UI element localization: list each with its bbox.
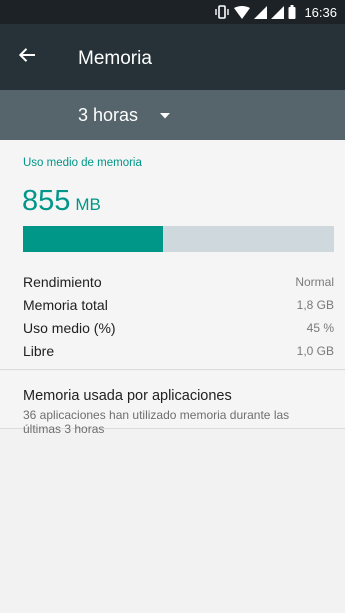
stat-row: Memoria total 1,8 GB <box>23 293 334 316</box>
period-selector-bar: 3 horas <box>0 90 345 140</box>
signal-icon <box>271 5 285 19</box>
memory-usage-card: Uso medio de memoria 855 MB Rendimiento N… <box>0 140 345 370</box>
status-icons: 16:36 <box>214 0 337 24</box>
period-dropdown-label: 3 horas <box>78 104 139 125</box>
dropdown-arrow-icon <box>160 106 171 124</box>
signal-icon <box>254 5 268 19</box>
back-button[interactable] <box>12 42 42 72</box>
memory-progress-fill <box>23 226 163 252</box>
memory-unit: MB <box>75 195 101 214</box>
apps-memory-description: 36 aplicaciones han utilizado memoria du… <box>23 408 290 436</box>
apps-memory-item[interactable]: Memoria usada por aplicaciones 36 aplica… <box>0 371 345 436</box>
status-bar: 16:36 <box>0 0 345 24</box>
battery-icon <box>288 5 296 19</box>
stat-value: 1,8 GB <box>296 297 334 312</box>
stat-row: Rendimiento Normal <box>23 270 334 293</box>
stat-label: Uso medio (%) <box>23 319 116 336</box>
period-dropdown[interactable]: 3 horas <box>78 90 171 140</box>
stat-value: 1,0 GB <box>296 343 334 358</box>
vibrate-icon <box>214 5 230 19</box>
apps-memory-title: Memoria usada por aplicaciones <box>23 388 232 404</box>
memory-average-value: 855 MB <box>22 185 101 218</box>
status-time: 16:36 <box>304 4 337 20</box>
stat-label: Libre <box>23 342 55 359</box>
memory-stats: Rendimiento Normal Memoria total 1,8 GB Uso … <box>23 270 334 362</box>
stat-value: Normal <box>295 274 334 289</box>
toolbar: Memoria <box>0 24 345 90</box>
page-title: Memoria <box>78 48 152 69</box>
stat-label: Memoria total <box>23 296 108 313</box>
stat-value: 45 % <box>306 320 334 335</box>
memory-progress-bar <box>23 226 334 252</box>
section-title: Uso medio de memoria <box>23 157 142 169</box>
stat-row: Uso medio (%) 45 % <box>23 316 334 339</box>
memory-value: 855 <box>22 185 71 217</box>
arrow-back-icon <box>18 47 35 67</box>
stat-row: Libre 1,0 GB <box>23 339 334 362</box>
wifi-icon <box>234 5 251 19</box>
stat-label: Rendimiento <box>23 273 102 290</box>
